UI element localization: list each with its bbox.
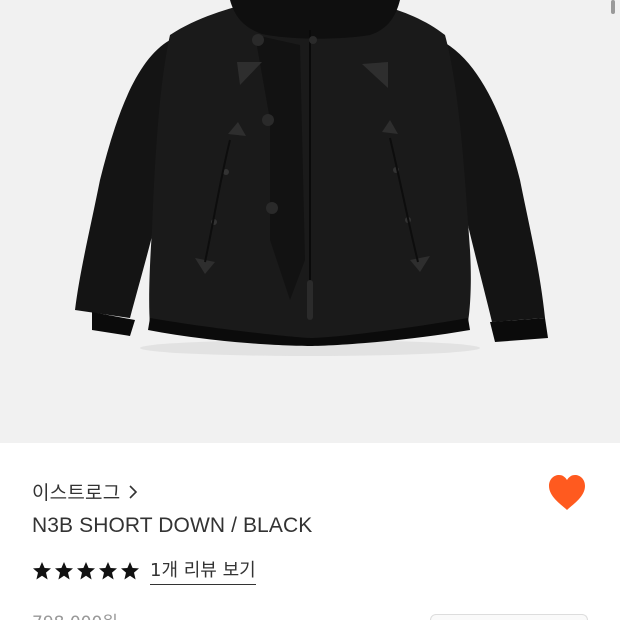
star-icon: [121, 561, 139, 579]
scroll-indicator[interactable]: [611, 0, 615, 14]
star-icon: [77, 561, 95, 579]
product-info: 이스트로그 N3B SHORT DOWN / BLACK 1개 리뷰 보기 79…: [0, 443, 620, 620]
heart-icon: [549, 475, 585, 510]
star-icon: [99, 561, 117, 579]
star-rating: [32, 561, 140, 581]
brand-link[interactable]: 이스트로그: [32, 478, 138, 505]
jacket-image: [75, 0, 548, 356]
brand-name: 이스트로그: [32, 482, 121, 504]
product-title: N3B SHORT DOWN / BLACK: [32, 514, 313, 537]
chevron-right-icon: [129, 484, 138, 499]
option-box[interactable]: [430, 614, 588, 620]
wishlist-button[interactable]: [546, 473, 588, 513]
star-icon: [33, 561, 51, 579]
rating-row: 1개 리뷰 보기: [32, 556, 256, 585]
star-icon: [55, 561, 73, 579]
product-image[interactable]: [0, 0, 620, 443]
original-price: 798,000원: [32, 608, 118, 620]
review-link[interactable]: 1개 리뷰 보기: [150, 556, 256, 585]
